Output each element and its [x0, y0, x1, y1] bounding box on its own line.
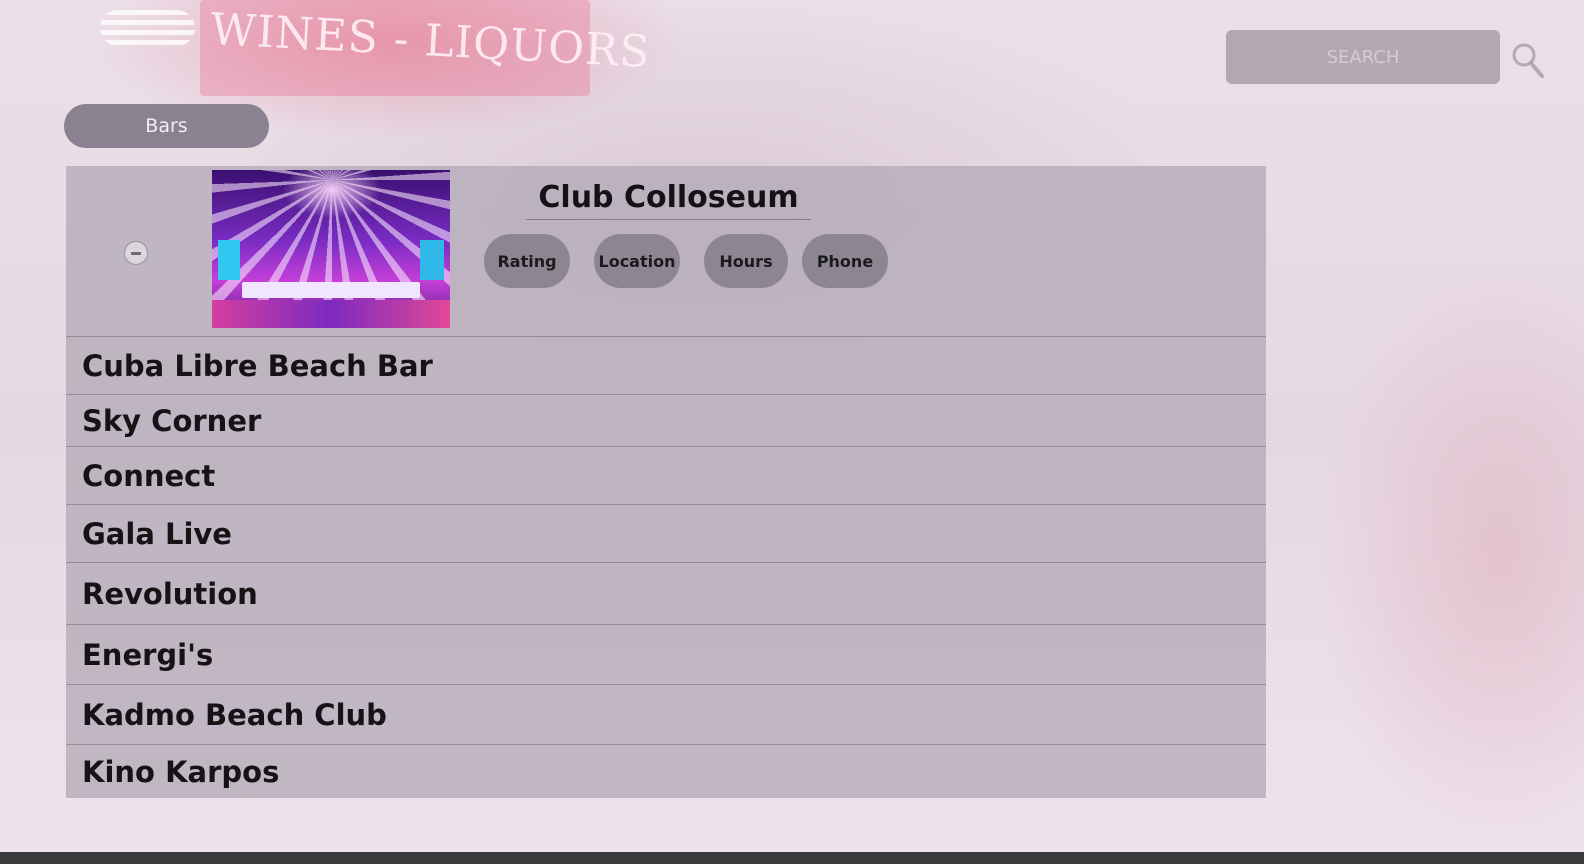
venue-name: Energi's: [82, 637, 214, 672]
phone-button[interactable]: Phone: [802, 234, 888, 288]
venue-row-sky-corner[interactable]: Sky Corner: [66, 395, 1266, 447]
hours-label: Hours: [719, 251, 773, 271]
phone-label: Phone: [816, 251, 874, 271]
venue-name: Connect: [82, 458, 216, 493]
category-label: Bars: [145, 115, 188, 137]
venue-photo: [212, 170, 450, 328]
location-button[interactable]: Location: [594, 234, 680, 288]
search-input[interactable]: SEARCH: [1226, 30, 1500, 84]
venue-row-gala-live[interactable]: Gala Live: [66, 505, 1266, 563]
expanded-venue-row: Club Colloseum Rating Location Hours Pho…: [66, 166, 1266, 337]
screen-bezel-edge: [0, 852, 1584, 864]
venue-row-energis[interactable]: Energi's: [66, 625, 1266, 685]
venue-name: Kino Karpos: [82, 754, 280, 789]
location-label: Location: [598, 251, 676, 271]
venue-row-kino-karpos[interactable]: Kino Karpos: [66, 745, 1266, 798]
venue-name: Gala Live: [82, 516, 232, 551]
venue-list-panel: Club Colloseum Rating Location Hours Pho…: [66, 166, 1266, 798]
search-placeholder: SEARCH: [1326, 46, 1400, 68]
venue-name: Cuba Libre Beach Bar: [82, 348, 433, 383]
search-icon[interactable]: [1510, 40, 1546, 80]
venue-row-cuba-libre[interactable]: Cuba Libre Beach Bar: [66, 337, 1266, 395]
venue-name: Revolution: [82, 576, 258, 611]
venue-row-kadmo[interactable]: Kadmo Beach Club: [66, 685, 1266, 745]
venue-title: Club Colloseum: [526, 180, 811, 220]
venue-name: Sky Corner: [82, 403, 262, 438]
rating-button[interactable]: Rating: [484, 234, 570, 288]
category-bars-button[interactable]: Bars: [64, 104, 269, 148]
venue-row-connect[interactable]: Connect: [66, 447, 1266, 505]
venue-row-revolution[interactable]: Revolution: [66, 563, 1266, 625]
collapse-minus-icon[interactable]: [124, 241, 148, 265]
sign-stripes-logo: [100, 10, 195, 46]
venue-name: Kadmo Beach Club: [82, 697, 387, 732]
hours-button[interactable]: Hours: [704, 234, 788, 288]
rating-label: Rating: [497, 251, 557, 271]
